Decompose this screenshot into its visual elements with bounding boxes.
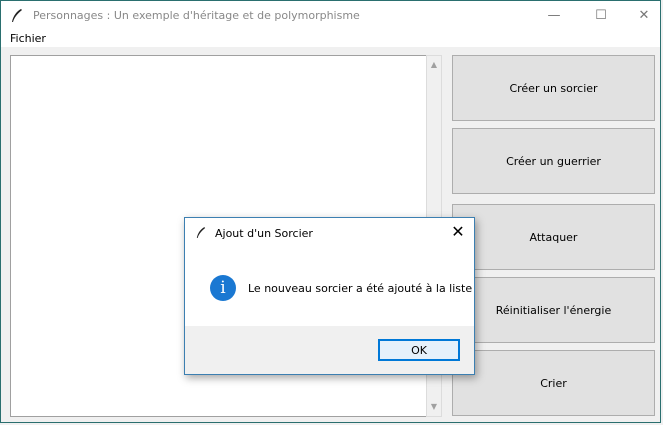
ok-button[interactable]: OK [378,339,460,361]
add-sorcerer-dialog: Ajout d'un Sorcier ✕ i Le nouveau sorcie… [184,217,475,375]
dialog-close-button[interactable]: ✕ [448,222,468,242]
window-title: Personnages : Un exemple d'héritage et d… [33,9,360,22]
attack-button[interactable]: Attaquer [452,204,655,270]
scroll-up-arrow-icon[interactable]: ▲ [427,58,441,72]
maximize-button[interactable]: ☐ [589,6,613,26]
info-icon: i [210,275,236,301]
menu-fichier[interactable]: Fichier [10,32,46,45]
main-window: Personnages : Un exemple d'héritage et d… [0,0,661,423]
menu-bar: Fichier [1,31,660,47]
tk-feather-icon [12,9,22,22]
reset-energy-button[interactable]: Réinitialiser l'énergie [452,277,655,343]
dialog-message: Le nouveau sorcier a été ajouté à la lis… [248,282,473,295]
minimize-button[interactable]: — [542,6,566,26]
dialog-title-bar: Ajout d'un Sorcier ✕ [185,218,474,248]
scroll-down-arrow-icon[interactable]: ▼ [427,400,441,414]
dialog-title: Ajout d'un Sorcier [215,227,313,240]
title-bar: Personnages : Un exemple d'héritage et d… [1,1,660,31]
create-sorcerer-button[interactable]: Créer un sorcier [452,55,655,121]
create-warrior-button[interactable]: Créer un guerrier [452,128,655,194]
close-button[interactable]: ✕ [632,6,656,26]
shout-button[interactable]: Crier [452,350,655,416]
tk-feather-icon [196,227,206,238]
